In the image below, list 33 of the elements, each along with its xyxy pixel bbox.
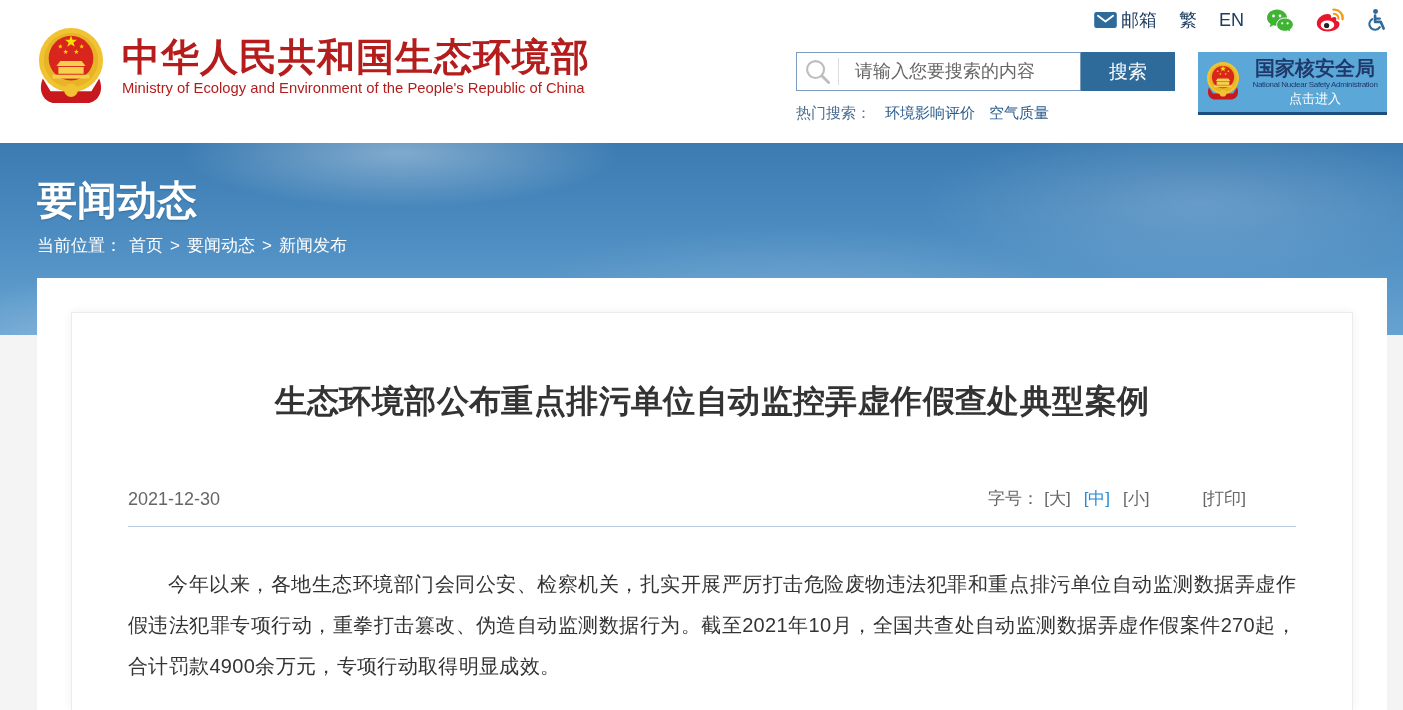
search-icon <box>805 59 830 84</box>
eye-waves-icon[interactable] <box>1316 8 1344 32</box>
publish-date: 2021-12-30 <box>128 488 221 511</box>
breadcrumb-link[interactable]: 新闻发布 <box>278 234 347 258</box>
font-size-label: 字号： <box>988 488 1040 510</box>
nnsa-banner-link[interactable]: 国家核安全局 National Nuclear Safety Administration 点击进入 <box>1198 52 1387 115</box>
hot-search-link[interactable]: 空气质量 <box>989 103 1049 123</box>
chat-bubbles-icon[interactable] <box>1266 8 1294 32</box>
emblem-icon <box>37 25 105 105</box>
search-field[interactable]: 请输入您要搜索的内容 <box>796 52 1081 91</box>
hot-search-link[interactable]: 环境影响评价 <box>885 103 975 123</box>
font-size-option[interactable]: [小] <box>1123 487 1150 511</box>
language-link[interactable]: 繁 <box>1179 8 1197 32</box>
breadcrumb-link[interactable]: 要闻动态 <box>186 234 255 258</box>
breadcrumb-separator: > <box>261 235 272 257</box>
site-subtitle: Ministry of Ecology and Environment of the People's Republic of China <box>122 79 585 97</box>
search-button[interactable]: 搜索 <box>1081 52 1175 91</box>
breadcrumb-link[interactable]: 首页 <box>129 234 163 258</box>
emblem-icon <box>1206 60 1240 101</box>
font-size-option[interactable]: [中] <box>1083 487 1111 511</box>
article-paragraph: 今年以来，各地生态环境部门会同公安、检察机关，扎实开展严厉打击危险废物违法犯罪和重点排污单位自动监测数据弄虚作假违法犯罪专项行动，重拳打击篡改、伪造自动监测数据行为。截至2021年10月，全国共查处自动监测数据弄虚作假案件270起，合计罚款4900余万元，专项行动取得明显成效。 <box>128 572 1296 679</box>
hot-search-label: 热门搜索： <box>796 103 871 123</box>
print-link[interactable]: [打印] <box>1202 487 1246 511</box>
envelope-icon <box>1094 12 1117 28</box>
font-size-option[interactable]: [大] <box>1044 487 1071 511</box>
wheelchair-icon[interactable] <box>1366 8 1387 32</box>
language-link[interactable]: EN <box>1219 8 1244 32</box>
section-title: 要闻动态 <box>37 177 197 224</box>
breadcrumb-separator: > <box>170 235 180 257</box>
breadcrumb-label: 当前位置： <box>37 235 122 257</box>
mailbox-link[interactable]: 邮箱 <box>1094 8 1157 32</box>
article-title: 生态环境部公布重点排污单位自动监控弄虚作假查处典型案例 <box>273 382 1151 421</box>
site-title: 中华人民共和国生态环境部 <box>122 35 590 79</box>
